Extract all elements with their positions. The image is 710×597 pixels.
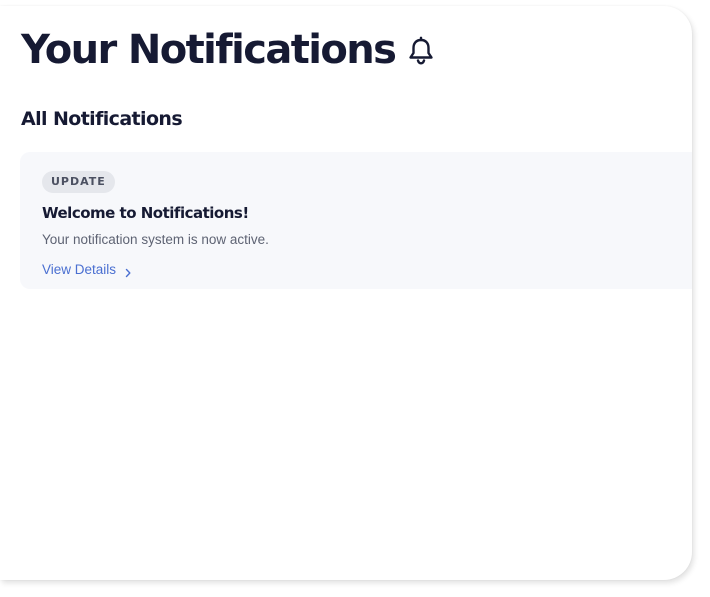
page-header: Your Notifications xyxy=(21,26,435,74)
notification-type-badge: UPDATE xyxy=(42,171,115,193)
page-title: Your Notifications xyxy=(21,27,397,73)
chevron-right-icon xyxy=(124,265,132,278)
notification-title: Welcome to Notifications! xyxy=(42,204,249,222)
notifications-panel: Your Notifications All Notifications UPD… xyxy=(0,6,692,580)
bell-icon xyxy=(407,36,435,66)
view-details-link[interactable]: View Details xyxy=(42,261,132,279)
view-details-label: View Details xyxy=(42,262,117,277)
notification-card[interactable]: UPDATE Welcome to Notifications! Your no… xyxy=(20,152,692,289)
notification-description: Your notification system is now active. xyxy=(42,232,269,247)
section-title: All Notifications xyxy=(21,108,183,130)
